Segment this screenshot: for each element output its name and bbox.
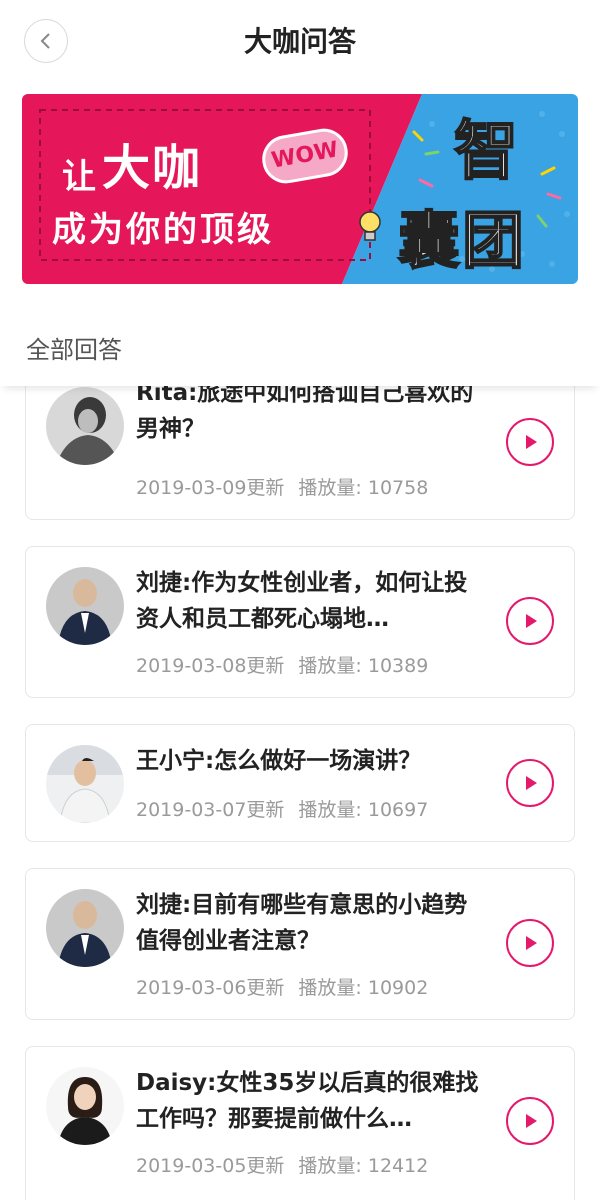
play-icon: [526, 435, 537, 449]
list-item[interactable]: Daisy:女性35岁以后真的很难找工作吗？那要提前做什么… 2019-03-0…: [25, 1046, 575, 1200]
list-item[interactable]: 刘捷:作为女性创业者，如何让投资人和员工都死心塌地… 2019-03-08更新播…: [25, 546, 575, 698]
banner-line1-big: 大咖: [102, 140, 203, 196]
play-button[interactable]: [506, 919, 554, 967]
play-count: 播放量: 10697: [298, 799, 429, 821]
item-meta: 2019-03-09更新 播放量: 10758: [136, 473, 428, 500]
play-count: 播放量: 10758: [298, 477, 429, 499]
play-button[interactable]: [506, 759, 554, 807]
play-button[interactable]: [506, 597, 554, 645]
banner-line1: 让 大咖: [62, 128, 202, 198]
item-meta: 2019-03-05更新 播放量: 12412: [136, 1151, 428, 1178]
play-button[interactable]: [506, 418, 554, 466]
play-button[interactable]: [506, 1097, 554, 1145]
lightbulb-icon: [355, 208, 385, 244]
update-date: 2019-03-07更新: [136, 799, 285, 821]
promo-banner[interactable]: 让 大咖 WOW 成为你的顶级 智 囊团: [22, 94, 578, 284]
page-title: 大咖问答: [243, 25, 356, 58]
answer-list[interactable]: Rita:旅途中如何搭讪自己喜欢的男神？ 2019-03-09更新 播放量: 10…: [0, 386, 600, 1200]
play-icon: [526, 1114, 537, 1128]
banner-side-bottom: 囊团: [397, 203, 527, 278]
top-bar: 大咖问答: [0, 0, 600, 82]
list-item[interactable]: 刘捷:目前有哪些有意思的小趋势值得创业者注意？ 2019-03-06更新 播放量:…: [25, 868, 575, 1020]
update-date: 2019-03-08更新: [136, 655, 285, 677]
play-count: 播放量: 10902: [298, 977, 429, 999]
avatar: [46, 567, 124, 645]
avatar: [46, 1067, 124, 1145]
item-meta: 2019-03-07更新 播放量: 10697: [136, 795, 428, 822]
question-title[interactable]: Rita:旅途中如何搭讪自己喜欢的男神？: [136, 386, 486, 447]
play-count: 播放量: 10389: [298, 655, 429, 677]
update-date: 2019-03-05更新: [136, 1155, 285, 1177]
section-label-all-answers: 全部回答: [26, 336, 122, 364]
question-title[interactable]: Daisy:女性35岁以后真的很难找工作吗？那要提前做什么…: [136, 1065, 486, 1137]
avatar: [46, 745, 124, 823]
question-title[interactable]: 刘捷:作为女性创业者，如何让投资人和员工都死心塌地…: [136, 565, 486, 637]
play-count: 播放量: 12412: [298, 1155, 429, 1177]
play-icon: [526, 614, 537, 628]
list-item[interactable]: Rita:旅途中如何搭讪自己喜欢的男神？ 2019-03-09更新 播放量: 10…: [25, 386, 575, 520]
play-icon: [526, 776, 537, 790]
play-icon: [526, 936, 537, 950]
banner-line2: 成为你的顶级: [52, 210, 274, 250]
section-header: 全部回答: [0, 284, 600, 386]
item-meta: 2019-03-06更新 播放量: 10902: [136, 973, 428, 1000]
banner-line1-prefix: 让: [62, 157, 96, 197]
avatar: [46, 889, 124, 967]
question-title[interactable]: 王小宁:怎么做好一场演讲？: [136, 743, 486, 779]
update-date: 2019-03-09更新: [136, 477, 285, 499]
question-title[interactable]: 刘捷:目前有哪些有意思的小趋势值得创业者注意？: [136, 887, 486, 959]
list-item[interactable]: 王小宁:怎么做好一场演讲？ 2019-03-07更新 播放量: 10697: [25, 724, 575, 842]
avatar: [46, 387, 124, 465]
update-date: 2019-03-06更新: [136, 977, 285, 999]
banner-side-top: 智: [453, 114, 519, 190]
item-meta: 2019-03-08更新 播放量: 10389: [136, 651, 428, 678]
